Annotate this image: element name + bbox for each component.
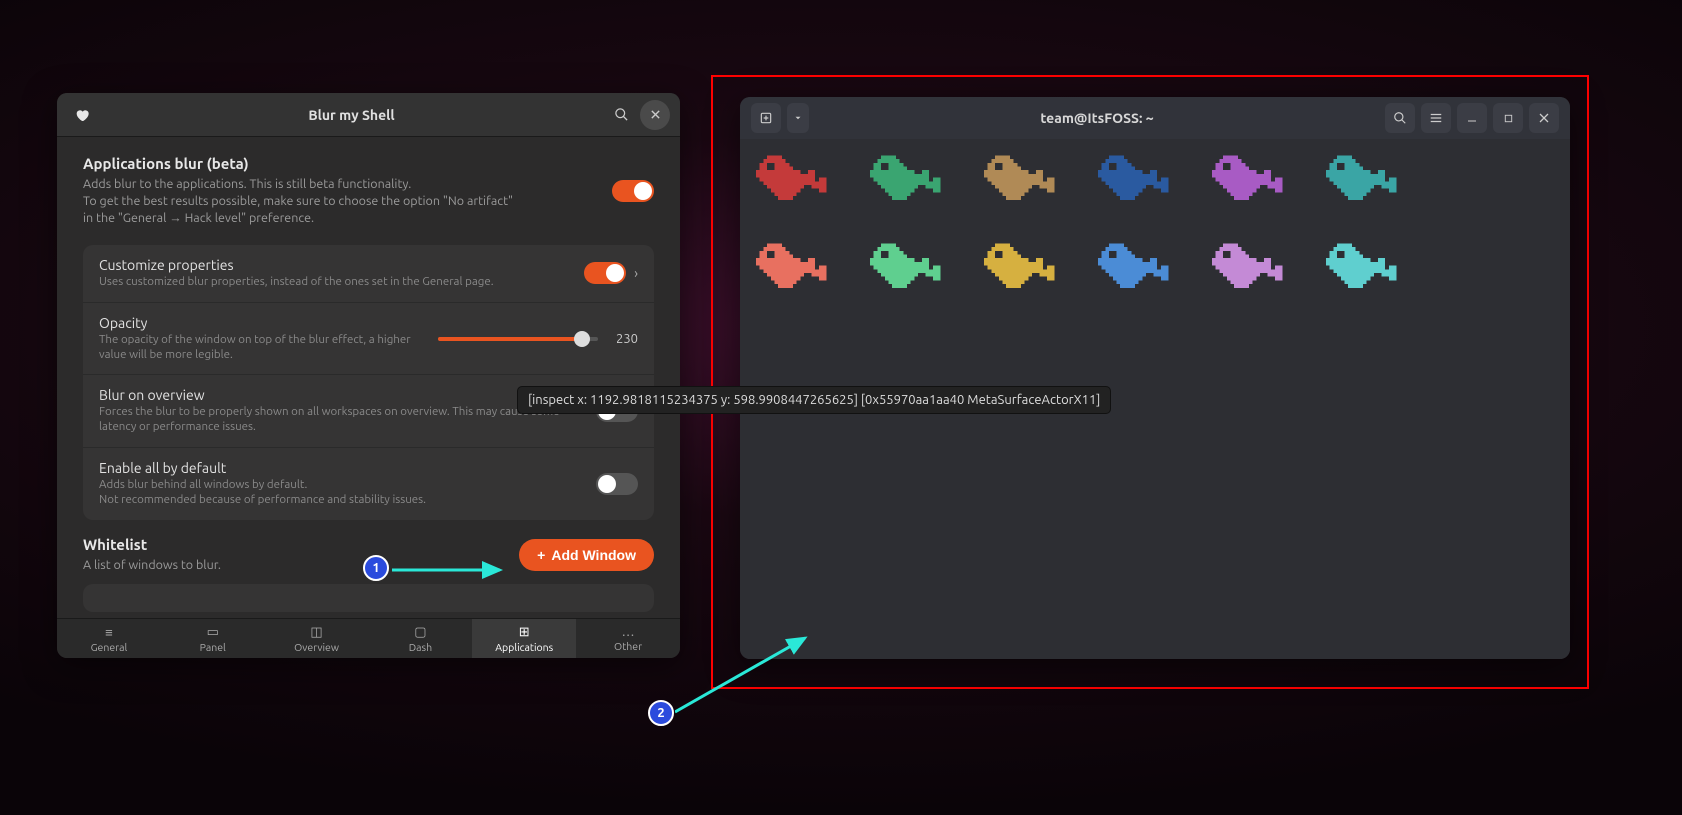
hamburger-menu-icon[interactable] <box>1421 103 1451 133</box>
row-desc: Adds blur behind all windows by default.… <box>99 478 584 508</box>
inspector-tooltip: [inspect x: 1192.9818115234375 y: 598.99… <box>517 386 1111 414</box>
tab-overview[interactable]: ◫Overview <box>265 619 369 658</box>
marker-1: 1 <box>363 555 389 581</box>
favorite-icon[interactable] <box>67 100 97 130</box>
opacity-row: Opacity The opacity of the window on top… <box>83 303 654 376</box>
tab-label: Panel <box>200 641 226 653</box>
row-title: Enable all by default <box>99 460 584 476</box>
dash-icon: ▢ <box>414 625 426 640</box>
settings-card: Customize properties Uses customized blu… <box>83 245 654 521</box>
tab-label: Overview <box>294 641 339 653</box>
row-title: Blur on overview <box>99 387 584 403</box>
pixel-ghost <box>756 155 830 215</box>
pixel-ghost <box>984 243 1058 303</box>
pixel-ghost <box>1098 243 1172 303</box>
terminal-title: team@ItsFOSS: ~ <box>812 110 1382 126</box>
ghost-row-1 <box>756 155 1554 215</box>
minimize-button[interactable] <box>1457 103 1487 133</box>
pixel-ghost <box>1212 243 1286 303</box>
add-window-button[interactable]: + Add Window <box>519 539 654 571</box>
pixel-ghost <box>1326 155 1400 215</box>
pixel-ghost <box>1098 155 1172 215</box>
tab-general[interactable]: ≡General <box>57 619 161 658</box>
terminal-search-icon[interactable] <box>1385 103 1415 133</box>
customize-row[interactable]: Customize properties Uses customized blu… <box>83 245 654 303</box>
row-desc: Forces the blur to be properly shown on … <box>99 405 584 435</box>
sliders-icon: ≡ <box>105 625 113 640</box>
window-title: Blur my Shell <box>99 107 604 123</box>
chevron-right-icon: › <box>634 265 638 281</box>
plus-icon: + <box>537 547 545 563</box>
marker-2: 2 <box>648 700 674 726</box>
tabbar: ≡General ▭Panel ◫Overview ▢Dash ⊞Applica… <box>57 618 680 658</box>
whitelist-title: Whitelist <box>83 536 221 553</box>
apps-blur-toggle[interactable] <box>612 180 654 202</box>
pixel-ghost <box>1326 243 1400 303</box>
opacity-slider[interactable] <box>438 337 598 341</box>
tab-label: Applications <box>495 641 553 653</box>
customize-toggle[interactable] <box>584 262 626 284</box>
pixel-ghost <box>756 243 830 303</box>
tab-applications[interactable]: ⊞Applications <box>472 619 576 658</box>
add-window-label: Add Window <box>551 547 636 563</box>
whitelist-card <box>83 584 654 612</box>
tab-dash[interactable]: ▢Dash <box>368 619 472 658</box>
new-tab-button[interactable] <box>751 103 781 133</box>
maximize-button[interactable] <box>1493 103 1523 133</box>
ghost-row-2 <box>756 243 1554 303</box>
tab-dropdown-button[interactable] <box>787 103 809 133</box>
panel-icon: ▭ <box>207 625 219 640</box>
section-title: Applications blur (beta) <box>83 155 523 172</box>
row-title: Opacity <box>99 315 426 331</box>
tab-label: Dash <box>409 641 432 653</box>
row-desc: The opacity of the window on top of the … <box>99 333 426 363</box>
terminal-window: team@ItsFOSS: ~ <box>740 97 1570 659</box>
terminal-close-button[interactable] <box>1529 103 1559 133</box>
pixel-ghost <box>1212 155 1286 215</box>
more-icon: … <box>622 625 635 639</box>
titlebar: Blur my Shell <box>57 93 680 137</box>
tab-panel[interactable]: ▭Panel <box>161 619 265 658</box>
search-icon[interactable] <box>606 100 636 130</box>
tab-label: Other <box>614 640 642 652</box>
pixel-ghost <box>984 155 1058 215</box>
section-desc: Adds blur to the applications. This is s… <box>83 176 523 227</box>
enable-all-row: Enable all by default Adds blur behind a… <box>83 448 654 520</box>
row-desc: Uses customized blur properties, instead… <box>99 275 572 290</box>
pixel-ghost <box>870 155 944 215</box>
tab-label: General <box>91 641 128 653</box>
tab-other[interactable]: …Other <box>576 619 680 658</box>
arrow-1 <box>392 560 512 580</box>
opacity-value: 230 <box>608 332 638 346</box>
pixel-ghost <box>870 243 944 303</box>
arrow-2 <box>675 630 825 720</box>
overview-icon: ◫ <box>310 625 322 640</box>
terminal-titlebar: team@ItsFOSS: ~ <box>740 97 1570 139</box>
content-area: Applications blur (beta) Adds blur to th… <box>57 137 680 618</box>
row-title: Customize properties <box>99 257 572 273</box>
whitelist-desc: A list of windows to blur. <box>83 557 221 574</box>
apps-icon: ⊞ <box>519 625 530 640</box>
close-button[interactable] <box>640 100 670 130</box>
enable-all-toggle[interactable] <box>596 473 638 495</box>
